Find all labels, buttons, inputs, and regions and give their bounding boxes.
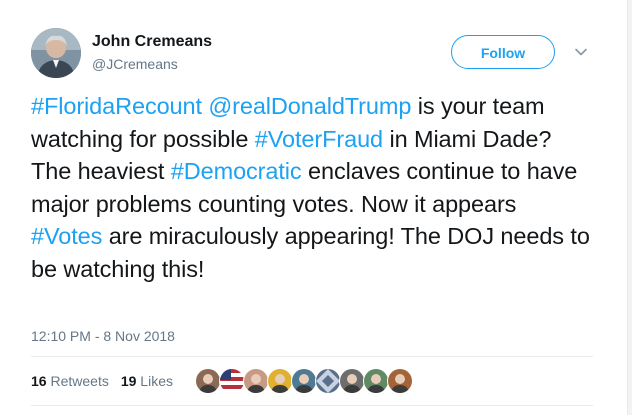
retweets-stat[interactable]: 16 Retweets [31,373,109,389]
tweet-text-segment: are miraculously appearing! The DOJ need… [31,223,597,282]
pattern-avatar-icon[interactable] [315,368,341,394]
likes-label: Likes [140,373,173,389]
chevron-down-icon[interactable] [573,44,589,60]
tweet-link[interactable]: #Democratic [171,158,302,184]
user-avatar-icon[interactable] [291,368,317,394]
tweet-card: John Cremeans @JCremeans Follow #Florida… [0,0,632,415]
user-avatar-icon[interactable] [195,368,221,394]
retweets-count: 16 [31,373,47,389]
flag-avatar-icon[interactable] [219,368,245,394]
user-avatar-icon[interactable] [267,368,293,394]
likes-stat[interactable]: 19 Likes [121,373,173,389]
user-avatar-icon[interactable] [339,368,365,394]
tweet-stats: 16 Retweets 19 Likes [31,373,185,389]
divider [31,405,593,406]
tweet-timestamp[interactable]: 12:10 PM - 8 Nov 2018 [31,328,175,344]
tweet-link[interactable]: #Votes [31,223,102,249]
tweet-text: #FloridaRecount @realDonaldTrump is your… [31,90,591,286]
retweets-label: Retweets [50,373,109,389]
profile-photo-icon [31,28,81,78]
user-avatar-icon[interactable] [243,368,269,394]
tweet-link[interactable]: @realDonaldTrump [208,93,411,119]
liked-by-avatars [195,368,413,394]
user-avatar-icon[interactable] [387,368,413,394]
scrollbar-track[interactable] [627,0,632,415]
tweet-link[interactable]: #FloridaRecount [31,93,202,119]
display-name[interactable]: John Cremeans [92,33,212,51]
likes-count: 19 [120,373,137,389]
user-handle[interactable]: @JCremeans [92,56,178,72]
user-avatar-icon[interactable] [363,368,389,394]
tweet-link[interactable]: #VoterFraud [255,126,383,152]
divider [31,356,593,357]
user-avatar[interactable] [31,28,81,78]
follow-button[interactable]: Follow [451,35,555,69]
